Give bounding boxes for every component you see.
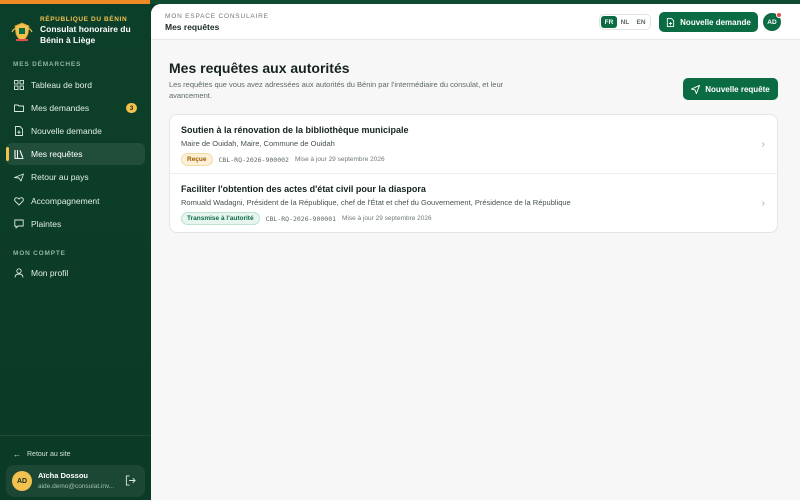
lang-nl[interactable]: NL xyxy=(617,16,633,28)
user-email: aide.demo@consulat.inv... xyxy=(38,483,115,490)
sidebar-item-demandes[interactable]: Mes demandes 3 xyxy=(6,97,145,119)
main-content: MON ESPACE CONSULAIRE Mes requêtes FR NL… xyxy=(151,4,800,500)
sidebar-item-label: Mes demandes xyxy=(31,103,90,113)
new-demand-button[interactable]: Nouvelle demande xyxy=(659,12,758,32)
request-updated: Mise à jour 29 septembre 2026 xyxy=(342,215,432,222)
dashboard-icon xyxy=(13,80,24,91)
sidebar-item-label: Accompagnement xyxy=(31,196,100,206)
avatar: AD xyxy=(12,471,32,491)
send-icon xyxy=(691,84,701,94)
back-to-site-label: Retour au site xyxy=(27,451,71,458)
sidebar-divider xyxy=(0,435,151,436)
sidebar-item-retour[interactable]: Retour au pays xyxy=(6,166,145,188)
arrow-left-icon: ← xyxy=(13,450,21,459)
list-item[interactable]: Soutien à la rénovation de la bibliothèq… xyxy=(170,115,777,174)
request-reference: CBL-RQ-2026-900001 xyxy=(265,214,337,223)
brand-title: Consulat honoraire du Bénin à Liège xyxy=(40,24,131,45)
message-icon xyxy=(13,219,24,230)
user-icon xyxy=(13,268,24,279)
status-badge: Reçue xyxy=(181,153,213,166)
file-plus-icon xyxy=(667,17,675,27)
request-recipient: Maire de Ouidah, Maire, Commune de Ouida… xyxy=(181,139,335,148)
logout-icon[interactable] xyxy=(125,475,136,486)
sidebar-item-label: Mes requêtes xyxy=(31,149,83,159)
request-updated: Mise à jour 29 septembre 2026 xyxy=(294,156,385,163)
sidebar-item-accompagnement[interactable]: Accompagnement xyxy=(6,190,145,212)
sidebar-item-profil[interactable]: Mon profil xyxy=(6,262,145,284)
header-title: Mes requêtes xyxy=(165,22,220,32)
sidebar-item-dashboard[interactable]: Tableau de bord xyxy=(6,74,145,96)
list-item[interactable]: Faciliter l'obtention des actes d'état c… xyxy=(170,174,777,233)
sidebar-item-label: Retour au pays xyxy=(31,172,89,182)
section-label-compte: MON COMPTE xyxy=(13,250,66,257)
new-request-button[interactable]: Nouvelle requête xyxy=(683,78,778,100)
avatar-initials: AD xyxy=(767,18,777,26)
user-name: Aïcha Dossou xyxy=(38,471,89,480)
back-to-site-link[interactable]: ← Retour au site xyxy=(13,450,71,459)
lang-fr[interactable]: FR xyxy=(601,16,617,28)
language-switcher: FR NL EN xyxy=(599,14,651,30)
sidebar-item-requetes[interactable]: Mes requêtes xyxy=(6,143,145,165)
chevron-right-icon: › xyxy=(761,139,765,150)
library-icon xyxy=(13,149,24,160)
breadcrumb: MON ESPACE CONSULAIRE xyxy=(165,13,269,20)
status-badge: Transmise à l'autorité xyxy=(181,212,260,225)
request-meta: Transmise à l'autorité CBL-RQ-2026-90000… xyxy=(181,212,432,225)
plane-icon xyxy=(13,172,24,183)
sidebar-item-label: Nouvelle demande xyxy=(31,126,102,136)
requests-list: Soutien à la rénovation de la bibliothèq… xyxy=(169,114,778,233)
sidebar-item-label: Plaintes xyxy=(31,219,62,229)
sidebar: RÉPUBLIQUE DU BÉNIN Consulat honoraire d… xyxy=(0,4,151,500)
chevron-right-icon: › xyxy=(761,198,765,209)
avatar[interactable]: AD xyxy=(763,12,782,31)
section-label-demarches: MES DÉMARCHES xyxy=(13,61,82,68)
request-title: Faciliter l'obtention des actes d'état c… xyxy=(181,184,426,194)
user-card[interactable]: AD Aïcha Dossou aide.demo@consulat.inv..… xyxy=(6,465,145,497)
sidebar-item-label: Mon profil xyxy=(31,268,69,278)
handshake-icon xyxy=(13,196,24,207)
brand-kicker: RÉPUBLIQUE DU BÉNIN xyxy=(40,16,128,23)
request-recipient: Romuald Wadagni, Président de la Républi… xyxy=(181,198,571,207)
top-bar: MON ESPACE CONSULAIRE Mes requêtes FR NL… xyxy=(151,4,800,40)
sidebar-item-nouvelle-demande[interactable]: Nouvelle demande xyxy=(6,120,145,142)
brand[interactable]: RÉPUBLIQUE DU BÉNIN Consulat honoraire d… xyxy=(10,16,145,50)
sidebar-item-plaintes[interactable]: Plaintes xyxy=(6,213,145,235)
new-demand-label: Nouvelle demande xyxy=(680,17,751,27)
coat-of-arms-icon xyxy=(11,22,33,42)
request-reference: CBL-RQ-2026-900002 xyxy=(218,155,289,164)
page-title: Mes requêtes aux autorités xyxy=(169,60,350,76)
request-meta: Reçue CBL-RQ-2026-900002 Mise à jour 29 … xyxy=(181,153,385,166)
folder-icon xyxy=(13,103,24,114)
file-plus-icon xyxy=(13,126,24,137)
new-request-label: Nouvelle requête xyxy=(705,84,770,94)
notification-dot xyxy=(776,12,782,18)
count-badge: 3 xyxy=(126,103,137,113)
page-subtitle: Les requêtes que vous avez adressées aux… xyxy=(169,80,504,100)
lang-en[interactable]: EN xyxy=(633,16,649,28)
request-title: Soutien à la rénovation de la bibliothèq… xyxy=(181,125,409,135)
sidebar-item-label: Tableau de bord xyxy=(31,80,92,90)
